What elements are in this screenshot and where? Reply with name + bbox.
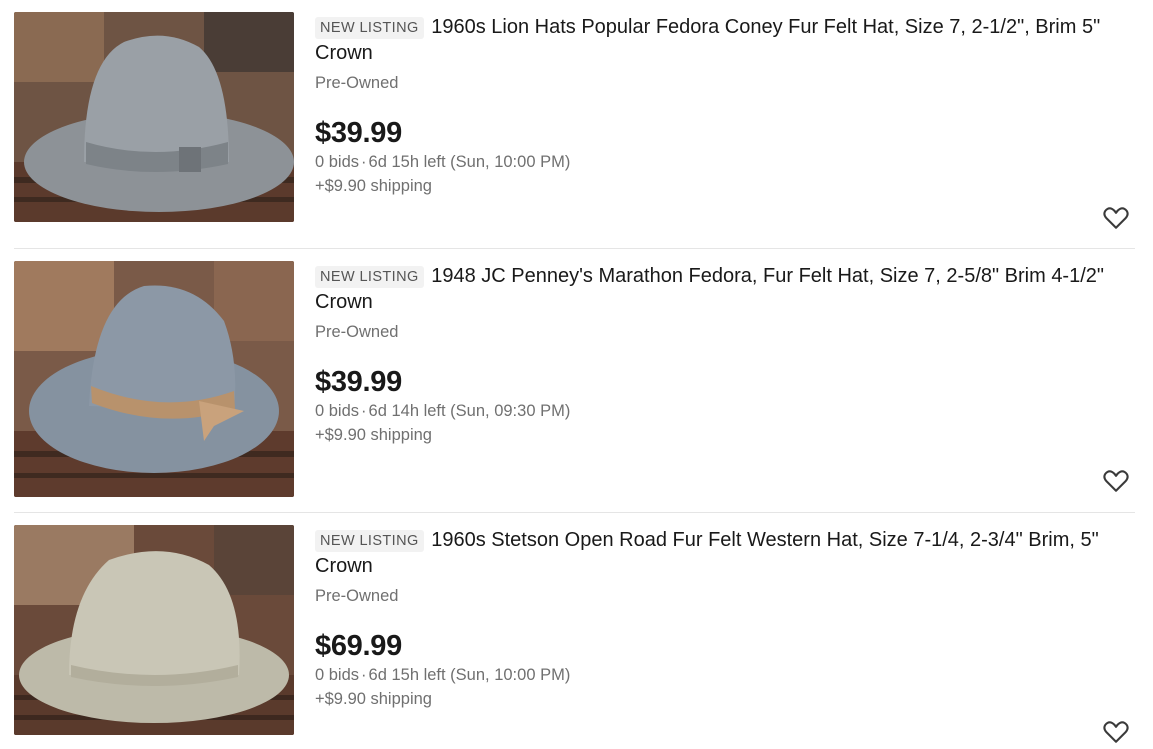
- time-left: 6d 14h left (Sun, 09:30 PM): [368, 402, 571, 420]
- watch-heart-icon[interactable]: [1103, 469, 1129, 493]
- listing-price: $69.99: [315, 630, 402, 662]
- listing-info-2: NEW LISTING 1948 JC Penney's Marathon Fe…: [315, 261, 1135, 448]
- listing-info-1: NEW LISTING 1960s Lion Hats Popular Fedo…: [315, 12, 1135, 199]
- listing-condition: Pre-Owned: [315, 323, 399, 341]
- listing-shipping: +$9.90 shipping: [315, 426, 432, 444]
- new-listing-badge: NEW LISTING: [315, 530, 424, 552]
- listing-title-link-3[interactable]: NEW LISTING 1960s Stetson Open Road Fur …: [315, 527, 1135, 579]
- bid-count: 0 bids: [315, 666, 360, 684]
- listing-title-link-1[interactable]: NEW LISTING 1960s Lion Hats Popular Fedo…: [315, 14, 1135, 66]
- listing-price: $39.99: [315, 366, 402, 398]
- listing-bid-info: 0 bids · 6d 15h left (Sun, 10:00 PM): [315, 153, 571, 171]
- listing-condition: Pre-Owned: [315, 74, 399, 92]
- listing-item-1[interactable]: NEW LISTING 1960s Lion Hats Popular Fedo…: [14, 12, 1135, 248]
- listing-title[interactable]: 1960s Stetson Open Road Fur Felt Western…: [315, 529, 1099, 577]
- listing-image-1[interactable]: [14, 12, 294, 222]
- listing-shipping: +$9.90 shipping: [315, 177, 432, 195]
- watch-heart-icon[interactable]: [1103, 720, 1129, 744]
- listing-info-3: NEW LISTING 1960s Stetson Open Road Fur …: [315, 525, 1135, 712]
- gray-fedora-photo-icon: [14, 12, 294, 222]
- listing-divider: [14, 248, 1135, 249]
- time-left: 6d 15h left (Sun, 10:00 PM): [368, 666, 571, 684]
- listing-image-3[interactable]: [14, 525, 294, 735]
- blue-gray-fedora-photo-icon: [14, 261, 294, 497]
- listing-bid-info: 0 bids · 6d 14h left (Sun, 09:30 PM): [315, 402, 571, 420]
- new-listing-badge: NEW LISTING: [315, 17, 424, 39]
- listing-image-2[interactable]: [14, 261, 294, 497]
- listing-title[interactable]: 1960s Lion Hats Popular Fedora Coney Fur…: [315, 16, 1100, 64]
- listing-price: $39.99: [315, 117, 402, 149]
- listing-shipping: +$9.90 shipping: [315, 690, 432, 708]
- listing-title[interactable]: 1948 JC Penney's Marathon Fedora, Fur Fe…: [315, 265, 1104, 313]
- listing-divider: [14, 512, 1135, 513]
- listing-title-link-2[interactable]: NEW LISTING 1948 JC Penney's Marathon Fe…: [315, 263, 1135, 315]
- silverbelly-western-hat-photo-icon: [14, 525, 294, 735]
- bid-count: 0 bids: [315, 402, 360, 420]
- watch-heart-icon[interactable]: [1103, 206, 1129, 230]
- listing-item-2[interactable]: NEW LISTING 1948 JC Penney's Marathon Fe…: [14, 261, 1135, 511]
- time-left: 6d 15h left (Sun, 10:00 PM): [368, 153, 571, 171]
- listing-bid-info: 0 bids · 6d 15h left (Sun, 10:00 PM): [315, 666, 571, 684]
- new-listing-badge: NEW LISTING: [315, 266, 424, 288]
- bid-count: 0 bids: [315, 153, 360, 171]
- listing-condition: Pre-Owned: [315, 587, 399, 605]
- listing-item-3[interactable]: NEW LISTING 1960s Stetson Open Road Fur …: [14, 525, 1135, 749]
